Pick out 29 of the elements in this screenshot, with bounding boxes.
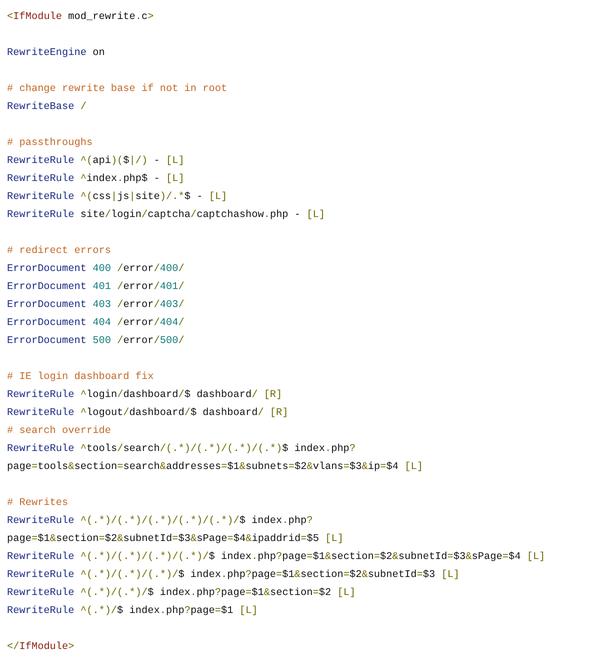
code-comment: # search override <box>7 424 111 439</box>
code-line: RewriteRule ^index.php$ - [L] <box>7 172 184 187</box>
code-line: ErrorDocument 400 /error/400/ <box>7 262 184 277</box>
code-line: ErrorDocument 401 /error/401/ <box>7 280 184 295</box>
code-line: RewriteRule ^tools/search/(.*)/(.*)/(.*)/(.*)$ index.php? <box>7 442 356 457</box>
code-line: RewriteRule ^logout/dashboard/$ dashboard/ [R] <box>7 406 288 421</box>
code-line: RewriteRule ^(css|js|site)/.*$ - [L] <box>7 190 228 205</box>
code-line: ErrorDocument 500 /error/500/ <box>7 334 184 349</box>
code-line: RewriteRule ^(api)($|/) - [L] <box>7 154 184 169</box>
code-line: RewriteRule ^(.*)/(.*)/(.*)/$ index.php?page=$1&section=$2&subnetId=$3 [L] <box>7 568 460 583</box>
code-line: RewriteRule ^(.*)/(.*)/(.*)/(.*)/(.*)/$ index.php? <box>7 514 313 529</box>
code-line: ErrorDocument 403 /error/403/ <box>7 298 184 313</box>
code-line: page=tools&section=search&addresses=$1&subnets=$2&vlans=$3&ip=$4 [L] <box>7 460 423 475</box>
code-comment: # IE login dashboard fix <box>7 370 154 385</box>
code-line: RewriteBase / <box>7 100 86 115</box>
code-comment: # Rewrites <box>7 496 68 511</box>
code-line: page=$1&section=$2&subnetId=$3&sPage=$4&ipaddrid=$5 [L] <box>7 532 344 547</box>
code-line: RewriteEngine on <box>7 46 105 61</box>
code-line: RewriteRule site/login/captcha/captchashow.php - [L] <box>7 208 325 223</box>
code-line: <IfModule mod_rewrite.c> <box>7 10 154 25</box>
code-line: RewriteRule ^login/dashboard/$ dashboard/ [R] <box>7 388 282 403</box>
code-line: RewriteRule ^(.*)/$ index.php?page=$1 [L] <box>7 604 258 619</box>
code-line: </IfModule> <box>7 640 74 655</box>
code-line: RewriteRule ^(.*)/(.*)/$ index.php?page=$1&section=$2 [L] <box>7 586 356 601</box>
code-comment: # redirect errors <box>7 244 111 259</box>
code-comment: # passthroughs <box>7 136 93 151</box>
code-line: ErrorDocument 404 /error/404/ <box>7 316 184 331</box>
code-comment: # change rewrite base if not in root <box>7 82 228 97</box>
code-line: RewriteRule ^(.*)/(.*)/(.*)/(.*)/$ index.php?page=$1&section=$2&subnetId=$3&sPage=$4 [L] <box>7 550 546 565</box>
